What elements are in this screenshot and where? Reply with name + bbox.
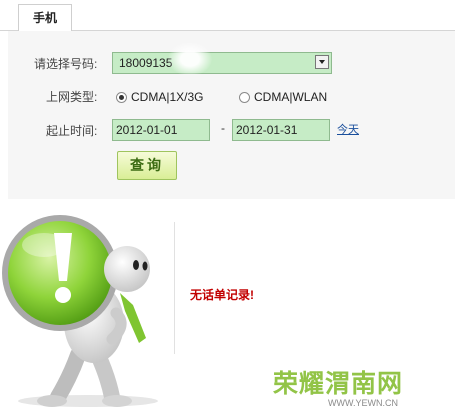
today-link[interactable]: 今天: [337, 121, 359, 137]
end-date-input[interactable]: 2012-01-31: [232, 119, 330, 141]
privacy-blur: [168, 42, 212, 76]
query-button[interactable]: 查询: [117, 151, 177, 180]
type-label: 上网类型:: [46, 90, 98, 104]
date-separator: -: [221, 121, 225, 135]
start-date-input[interactable]: 2012-01-01: [112, 119, 210, 141]
phone-label: 请选择号码:: [34, 57, 98, 71]
radio-cdma-wlan-label[interactable]: CDMA|WLAN: [254, 89, 327, 105]
radio-cdma-3g-label[interactable]: CDMA|1X/3G: [131, 89, 203, 105]
no-records-message: 无话单记录!: [190, 288, 254, 302]
radio-cdma-wlan[interactable]: [239, 92, 250, 103]
character-mascot: [2, 215, 158, 407]
radio-cdma-3g[interactable]: [116, 92, 127, 103]
phone-number-select[interactable]: 18009135: [112, 52, 332, 74]
phone-number-value: 18009135: [119, 56, 173, 70]
tab-bar: 手机: [0, 0, 455, 32]
watermark-brand: 荣耀渭南网: [273, 369, 404, 398]
date-label: 起止时间:: [46, 124, 98, 138]
divider-line: [174, 222, 175, 354]
watermark-url: WWW.YEWN.CN: [328, 398, 398, 408]
tab-mobile[interactable]: 手机: [18, 4, 72, 32]
dropdown-arrow-icon[interactable]: [315, 55, 329, 69]
